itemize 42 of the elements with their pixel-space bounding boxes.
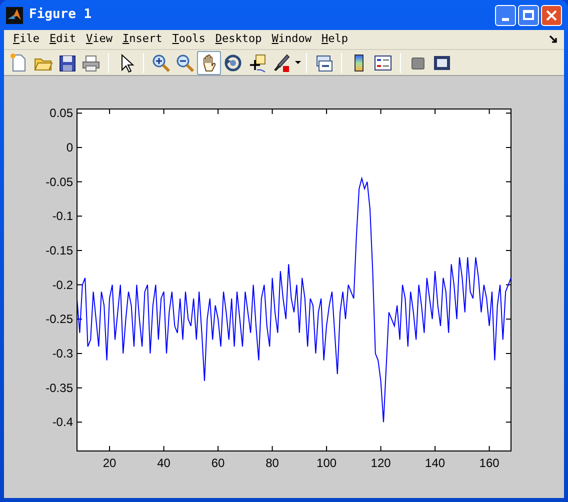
tick-label: -0.4 [52,415,73,430]
menu-item[interactable]: Window [266,31,316,48]
tick-label: -0.35 [46,380,73,395]
tick-label: -0.3 [52,346,73,360]
magnifier-minus-icon [175,52,195,72]
cursor-note-icon [247,52,267,72]
tick-label: 60 [211,456,225,470]
menu-item[interactable]: Edit [44,31,81,48]
close-icon [546,10,557,20]
dock-arrow-icon[interactable] [549,35,558,44]
maximize-button[interactable] [518,4,539,26]
menu-item[interactable]: Tools [167,31,210,48]
tick-label: 80 [266,456,279,470]
printer-icon [81,52,101,72]
tick-label: -0.2 [52,278,73,292]
tick-label: -0.1 [52,209,73,224]
dropdown-caret-icon[interactable] [295,61,301,64]
tick-label: 160 [479,456,500,470]
tick-label: 140 [425,456,446,470]
tick-label: 0.05 [50,106,73,120]
magnifier-plus-icon [151,52,171,72]
legend-icon [373,52,393,72]
tick-label: 20 [102,456,116,470]
pan-button[interactable] [197,50,221,74]
menu-item[interactable]: View [81,31,118,48]
menu-item[interactable]: File [8,31,44,48]
menu-item[interactable]: Insert [118,31,168,48]
tick-label: -0.15 [46,243,73,258]
close-button[interactable] [541,4,562,26]
brush-icon [271,52,291,72]
tick-label: 100 [316,456,337,470]
linked-windows-icon [314,52,334,72]
minimize-button[interactable] [495,4,516,26]
window-title: Figure 1 [29,6,92,24]
menu-item[interactable]: Help [316,31,353,48]
tick-label: -0.05 [46,174,73,189]
tick-label: 120 [370,456,391,470]
tick-label: -0.25 [46,312,73,326]
menu-item[interactable]: Desktop [210,31,267,48]
app-logo-icon [6,6,23,24]
tick-label: 0 [66,140,73,154]
tick-label: 40 [157,456,170,470]
